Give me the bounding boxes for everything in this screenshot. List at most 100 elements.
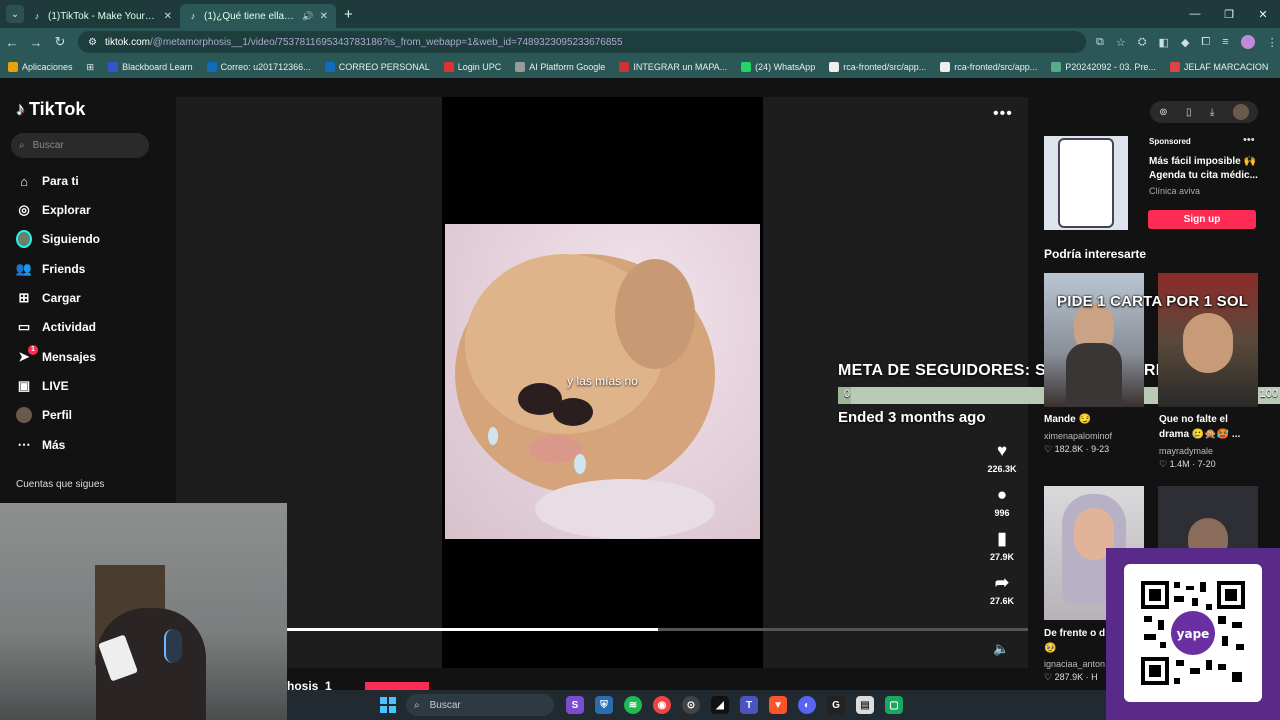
bookmark-p20242092[interactable]: P20242092 - 03. Pre... bbox=[1051, 62, 1156, 72]
sidebar-item-para-ti[interactable]: ⌂ Para ti bbox=[16, 173, 79, 189]
device-icon[interactable]: ▯ bbox=[1186, 107, 1192, 118]
taskbar-app-icon[interactable]: G bbox=[827, 696, 845, 714]
taskbar-search-input[interactable]: ⌕ Buscar bbox=[406, 694, 554, 716]
search-icon: ⌕ bbox=[19, 140, 25, 151]
comment-button[interactable]: ● 996 bbox=[982, 485, 1022, 518]
taskbar-teams-icon[interactable]: T bbox=[740, 696, 758, 714]
compass-icon: ◎ bbox=[18, 202, 30, 217]
ad-signup-button[interactable]: Sign up bbox=[1148, 210, 1256, 229]
taskbar-discord-icon[interactable]: ◐ bbox=[798, 696, 816, 714]
bookmark-jelaf[interactable]: JELAF MARCACION bbox=[1169, 62, 1268, 72]
more-icon: ⋯ bbox=[17, 437, 31, 452]
url-input[interactable]: ⚙ tiktok.com/@metamorphosis__1/video/753… bbox=[78, 31, 1086, 53]
rec-1-user[interactable]: ximenapalominof bbox=[1044, 431, 1112, 441]
search-input[interactable]: ⌕ Buscar bbox=[11, 133, 149, 158]
sidebar-item-cargar[interactable]: ⊞ Cargar bbox=[16, 290, 81, 306]
back-icon[interactable]: ← bbox=[0, 35, 24, 50]
restore-icon[interactable]: ❐ bbox=[1212, 0, 1246, 28]
follow-button[interactable] bbox=[365, 682, 429, 690]
messages-badge: 1 bbox=[28, 345, 38, 355]
taskbar-github-icon[interactable]: ⊙ bbox=[682, 696, 700, 714]
download-icon[interactable]: ⤓ bbox=[1210, 107, 1214, 118]
top-right-actions: ⊚ ▯ ⤓ bbox=[1150, 101, 1258, 123]
minimize-icon[interactable]: — bbox=[1178, 0, 1212, 28]
sidebar-item-mas[interactable]: ⋯ Más bbox=[16, 437, 66, 453]
bookmark-login-upc[interactable]: Login UPC bbox=[443, 62, 501, 72]
bookmark-apps[interactable]: Aplicaciones bbox=[8, 62, 73, 72]
volume-icon[interactable]: 🔈 bbox=[993, 641, 1009, 657]
extension-icon[interactable]: ◆ bbox=[1181, 36, 1189, 49]
taskbar-security-icon[interactable]: ⛨ bbox=[595, 696, 613, 714]
sidebar-item-actividad[interactable]: ▭ Actividad bbox=[16, 319, 96, 335]
site-info-icon[interactable]: ⚙ bbox=[88, 37, 97, 48]
forward-icon[interactable]: → bbox=[24, 35, 48, 50]
browser-menu-icon[interactable]: ⋮ bbox=[1267, 36, 1278, 49]
friends-icon: 👥 bbox=[15, 261, 33, 276]
like-count: 226.3K bbox=[987, 464, 1017, 474]
video-progress-bar[interactable] bbox=[287, 628, 1028, 631]
rec-1-stats: ♡ 182.8K · 9-23 bbox=[1044, 444, 1110, 454]
sidebar-item-siguiendo[interactable]: Siguiendo bbox=[16, 230, 100, 248]
bookmark-blackboard[interactable]: Blackboard Learn bbox=[108, 62, 193, 72]
sidebar-item-mensajes[interactable]: ➤ 1 Mensajes bbox=[16, 345, 96, 365]
share-arrow-icon: ➦ bbox=[994, 573, 1010, 592]
url-path: /@metamorphosis__1/video/753781169534378… bbox=[149, 36, 623, 48]
bookmark-whatsapp[interactable]: (24) WhatsApp bbox=[741, 62, 815, 72]
rec-2-user[interactable]: mayradymale bbox=[1159, 446, 1213, 456]
windows-start-icon[interactable] bbox=[380, 697, 396, 713]
bookmark-correo-personal[interactable]: CORREO PERSONAL bbox=[324, 62, 430, 72]
bookmark-github-1[interactable]: rca-fronted/src/app... bbox=[829, 62, 926, 72]
rec-3-user[interactable]: ignaciaa_anton bbox=[1044, 659, 1105, 669]
goal-max-label: 100 bbox=[1259, 388, 1278, 400]
taskbar-app-icon[interactable]: ▤ bbox=[856, 696, 874, 714]
sidebar-item-live[interactable]: ▣ LIVE bbox=[16, 378, 69, 394]
video-more-options-icon[interactable]: ••• bbox=[993, 105, 1013, 123]
sidebar-item-perfil[interactable]: Perfil bbox=[16, 407, 72, 423]
tiktok-logo[interactable]: ♪ TikTok bbox=[16, 99, 85, 120]
new-tab-button[interactable]: + bbox=[344, 6, 353, 23]
taskbar-spotify-icon[interactable]: ≋ bbox=[624, 696, 642, 714]
bookmark-github-2[interactable]: rca-fronted/src/app... bbox=[940, 62, 1037, 72]
ad-more-icon[interactable]: ••• bbox=[1243, 134, 1255, 146]
sidebar-item-friends[interactable]: 👥 Friends bbox=[16, 261, 85, 277]
close-window-icon[interactable]: ✕ bbox=[1246, 0, 1280, 28]
messages-icon: ➤ 1 bbox=[16, 345, 38, 365]
tab-search-button[interactable]: ⌄ bbox=[6, 5, 24, 23]
save-count: 27.9K bbox=[989, 552, 1015, 562]
overlay-banner-text: PIDE 1 CARTA POR 1 SOL bbox=[1057, 293, 1249, 310]
tab-close-icon[interactable]: ✕ bbox=[320, 11, 328, 22]
browser-tab-1[interactable]: ♪ (1)TikTok - Make Your Day ✕ bbox=[24, 4, 180, 28]
bookmark-grid-icon[interactable]: ⊞ bbox=[87, 62, 95, 73]
tab-close-icon[interactable]: ✕ bbox=[164, 11, 172, 22]
taskbar-brave-icon[interactable]: ▼ bbox=[769, 696, 787, 714]
search-icon: ⌕ bbox=[414, 699, 420, 711]
taskbar-app-icon[interactable]: ▢ bbox=[885, 696, 903, 714]
save-button[interactable]: ▮ 27.9K bbox=[982, 529, 1022, 562]
extensions-puzzle-icon[interactable]: ⧠ bbox=[1201, 36, 1210, 49]
address-bar-row: ← → ↻ ⚙ tiktok.com/@metamorphosis__1/vid… bbox=[0, 28, 1280, 56]
install-app-icon[interactable]: ⧉ bbox=[1096, 36, 1104, 49]
bookmark-ai-platform[interactable]: AI Platform Google bbox=[515, 62, 605, 72]
bookmark-integrar-mapa[interactable]: INTEGRAR un MAPA... bbox=[619, 62, 727, 72]
tab-audio-icon[interactable]: 🔊 bbox=[302, 11, 313, 22]
reload-icon[interactable]: ↻ bbox=[48, 34, 72, 50]
rec-2-caption-line2: drama 🥲🙊🥵 ... bbox=[1159, 429, 1241, 440]
browser-tab-2[interactable]: ♪ (1)¿Qué tiene ella que no te 🔊 ✕ bbox=[180, 4, 336, 28]
bookmark-star-icon[interactable]: ☆ bbox=[1116, 36, 1126, 49]
sidebar-item-explorar[interactable]: ◎ Explorar bbox=[16, 202, 90, 218]
taskbar-chrome-icon[interactable]: ◉ bbox=[653, 696, 671, 714]
extension-icon[interactable]: ⛭ bbox=[1138, 36, 1147, 49]
profile-avatar[interactable] bbox=[1240, 35, 1255, 49]
user-avatar[interactable] bbox=[1232, 104, 1249, 120]
media-control-icon[interactable]: ≡ bbox=[1222, 36, 1228, 48]
like-button[interactable]: ♥ 226.3K bbox=[982, 441, 1022, 474]
share-button[interactable]: ➦ 27.6K bbox=[982, 573, 1022, 606]
coins-icon[interactable]: ⊚ bbox=[1159, 107, 1167, 118]
activity-icon: ▭ bbox=[17, 319, 31, 334]
taskbar-terminal-icon[interactable]: ◢ bbox=[711, 696, 729, 714]
ad-thumbnail[interactable] bbox=[1044, 136, 1128, 230]
taskbar-apps: S ⛨ ≋ ◉ ⊙ ◢ T ▼ ◐ G ▤ ▢ bbox=[566, 696, 903, 714]
taskbar-app-icon[interactable]: S bbox=[566, 696, 584, 714]
extension-icon[interactable]: ◧ bbox=[1159, 36, 1169, 49]
bookmark-correo-upc[interactable]: Correo: u201712366... bbox=[206, 62, 311, 72]
